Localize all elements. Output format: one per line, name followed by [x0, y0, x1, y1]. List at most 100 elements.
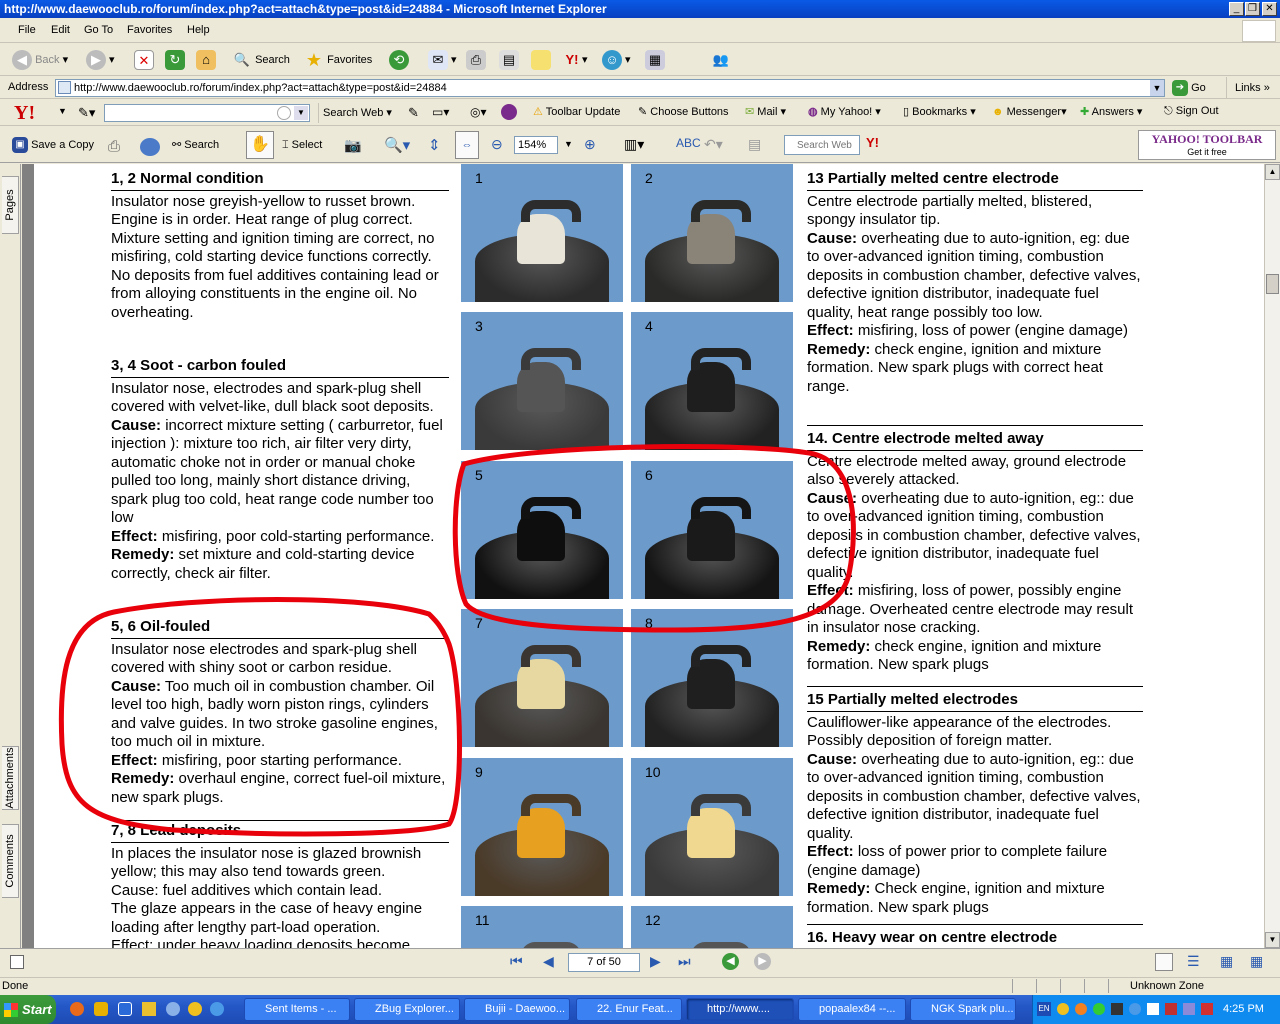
copy-icon[interactable]: ▤	[748, 136, 761, 153]
answers-button[interactable]: ✚ Answers ▾	[1080, 105, 1142, 118]
my-yahoo-button[interactable]: ◍ My Yahoo! ▾	[808, 105, 881, 118]
sign-out-button[interactable]: ⎋ Sign Out	[1164, 105, 1219, 118]
continuous-facing-icon[interactable]: ▦	[1250, 953, 1263, 970]
forward-button[interactable]: ▶ ▾	[86, 50, 115, 71]
tray-icon[interactable]	[1201, 1003, 1213, 1015]
mail-button[interactable]: ✉ ▾	[428, 50, 457, 71]
messenger-toolbar-button[interactable]: ☻ Messenger▾	[992, 105, 1067, 118]
tray-icon[interactable]	[1093, 1003, 1105, 1015]
zoom-in-icon[interactable]: 🔍▾	[384, 136, 410, 154]
antispy-icon[interactable]	[501, 104, 517, 120]
bookmarks-button[interactable]: ▯ Bookmarks ▾	[903, 105, 976, 118]
scroll-thumb[interactable]	[1266, 274, 1279, 294]
toolbar-update-button[interactable]: ⚠ Toolbar Update	[533, 105, 620, 118]
spell-check-icon[interactable]: ABC	[676, 136, 701, 150]
panel-toggle-icon[interactable]	[10, 955, 24, 969]
fit-page-icon[interactable]: ⇕	[428, 136, 441, 154]
yahoo-toolbar-banner[interactable]: YAHOO! TOOLBAR Get it free	[1138, 130, 1276, 160]
taskbar-item-outlook[interactable]: Sent Items - ...	[244, 998, 350, 1021]
start-button[interactable]: Start	[0, 995, 56, 1024]
first-page-icon[interactable]: ⏮	[510, 953, 523, 970]
last-page-icon[interactable]: ⏭	[678, 953, 691, 970]
menu-go-to[interactable]: Go To	[84, 24, 113, 36]
yahoo-small-icon[interactable]: Y!	[866, 135, 879, 150]
tray-icon[interactable]	[1183, 1003, 1195, 1015]
back-button[interactable]: ◀ Back ▾	[12, 50, 68, 71]
favorites-button[interactable]: ★ Favorites	[304, 50, 372, 70]
firefox-icon[interactable]	[70, 1002, 84, 1016]
fit-width-icon[interactable]: ⇔	[455, 131, 479, 159]
address-input[interactable]: http://www.daewooclub.ro/forum/index.php…	[55, 79, 1165, 97]
yahoo-button[interactable]: Y! ▾	[562, 50, 588, 70]
language-indicator[interactable]: EN	[1037, 1002, 1051, 1016]
popup-blocker-icon[interactable]: ▭▾	[432, 105, 449, 119]
scroll-up-icon[interactable]: ▲	[1265, 164, 1280, 180]
zoom-in-plus-icon[interactable]: ⊕	[584, 136, 596, 153]
stop-button[interactable]: ✕	[134, 50, 154, 71]
next-page-icon[interactable]: ▶	[650, 953, 661, 970]
search-button[interactable]: 🔍 Search	[232, 50, 290, 70]
research-button[interactable]: ▦	[645, 50, 665, 71]
messenger-button[interactable]: ☺ ▾	[602, 50, 631, 71]
taskbar-item-ie[interactable]: http://www....	[686, 998, 794, 1021]
zoom-out-icon[interactable]: ⊖	[491, 136, 503, 153]
ie-quicklaunch-icon[interactable]	[210, 1002, 224, 1016]
menu-help[interactable]: Help	[187, 24, 210, 36]
previous-view-icon[interactable]: ◀	[722, 953, 739, 970]
maximize-button[interactable]: ❐	[1245, 2, 1260, 16]
rotate-icon[interactable]: ↶▾	[704, 136, 723, 153]
tray-icon[interactable]	[1057, 1003, 1069, 1015]
edit-button[interactable]: ▤	[499, 50, 519, 71]
next-view-icon[interactable]: ▶	[754, 953, 771, 970]
acrobat-search-web-input[interactable]	[784, 135, 860, 155]
menu-edit[interactable]: Edit	[51, 24, 70, 36]
go-button[interactable]: ➔ Go	[1172, 79, 1206, 97]
tab-pages[interactable]: Pages	[2, 176, 19, 234]
users-button[interactable]: 👥	[711, 50, 731, 70]
tray-icon[interactable]	[1165, 1003, 1177, 1015]
search-web-button[interactable]: Search Web ▾	[318, 103, 396, 123]
document-viewport[interactable]: 1, 2 Normal condition Insulator nose gre…	[22, 164, 1264, 948]
tab-attachments[interactable]: Attachments	[2, 746, 19, 810]
yahoo-logo[interactable]: Y!	[14, 102, 35, 125]
tray-icon[interactable]	[1147, 1003, 1159, 1015]
messenger-quicklaunch-icon[interactable]	[188, 1002, 202, 1016]
yahoo-search-input[interactable]: ▼	[104, 104, 310, 122]
address-dropdown-icon[interactable]: ▼	[1150, 80, 1164, 96]
save-copy-button[interactable]: ▣ Save a Copy	[12, 135, 94, 155]
taskbar-item-popaalex[interactable]: popaalex84 --...	[798, 998, 906, 1021]
pages-view-icon[interactable]: ▥▾	[624, 136, 644, 153]
menu-favorites[interactable]: Favorites	[127, 24, 172, 36]
tray-icon[interactable]	[1075, 1003, 1087, 1015]
print-button[interactable]: ⎙	[466, 50, 486, 71]
mail-toolbar-button[interactable]: ✉ Mail ▾	[745, 105, 786, 118]
quicklaunch-icon[interactable]	[94, 1002, 108, 1016]
home-button[interactable]: ⌂	[196, 50, 216, 71]
quicklaunch-icon[interactable]	[142, 1002, 156, 1016]
select-tool-button[interactable]: ⌶ Select	[282, 135, 322, 155]
zoom-dropdown-icon[interactable]: ▼	[564, 139, 573, 149]
yahoo-menu-chevron-icon[interactable]: ▼	[58, 106, 67, 116]
page-number-input[interactable]: 7 of 50	[568, 953, 640, 972]
search-dropdown-icon[interactable]: ▼	[294, 106, 308, 120]
snapshot-icon[interactable]: 📷	[344, 137, 361, 154]
acrobat-search-button[interactable]: ⚯ Search	[172, 135, 219, 155]
discuss-button[interactable]	[531, 50, 551, 71]
tab-comments[interactable]: Comments	[2, 824, 19, 898]
taskbar-item-enur[interactable]: 22. Enur Feat...	[576, 998, 682, 1021]
continuous-icon[interactable]: ☰	[1187, 953, 1200, 970]
history-button[interactable]: ⟲	[389, 50, 409, 71]
taskbar-item-bujii[interactable]: Bujii - Daewoo...	[464, 998, 570, 1021]
single-page-icon[interactable]	[1155, 953, 1173, 971]
minimize-button[interactable]: _	[1229, 2, 1244, 16]
pencil-icon[interactable]: ✎▾	[78, 105, 95, 121]
vertical-scrollbar[interactable]: ▲ ▼	[1264, 164, 1280, 948]
highlight-icon[interactable]: ✎	[408, 105, 419, 121]
menu-file[interactable]: File	[18, 24, 36, 36]
taskbar-item-ngk[interactable]: NGK Spark plu...	[910, 998, 1016, 1021]
print-icon[interactable]: ⎙	[108, 138, 120, 155]
scroll-down-icon[interactable]: ▼	[1265, 932, 1280, 948]
zoom-level-input[interactable]: 154%	[514, 136, 558, 154]
globe-icon[interactable]: ◎▾	[470, 105, 487, 119]
previous-page-icon[interactable]: ◀	[543, 953, 554, 970]
